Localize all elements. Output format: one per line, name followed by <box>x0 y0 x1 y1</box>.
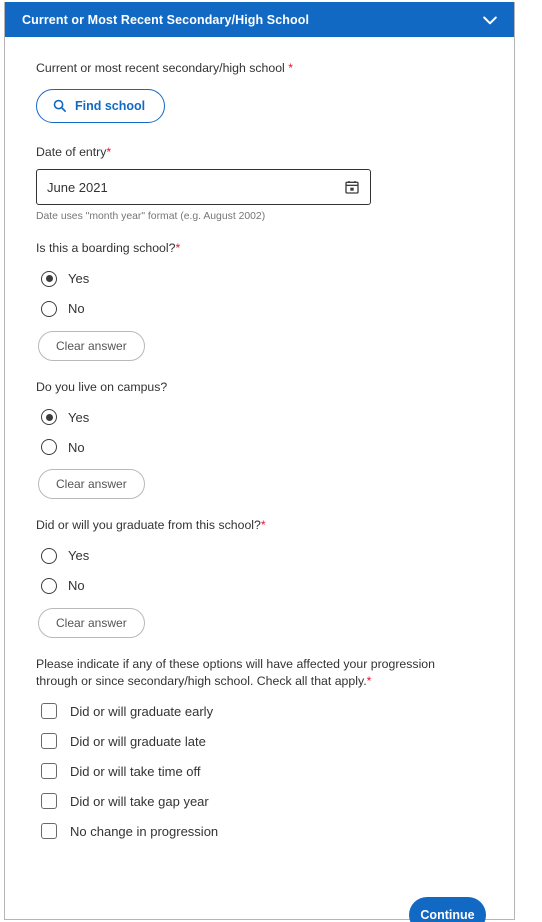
radio-option-no[interactable]: No <box>41 571 494 601</box>
radio-group-label: Did or will you graduate from this schoo… <box>36 517 494 534</box>
checkbox-group-label-text: Please indicate if any of these options … <box>36 656 435 688</box>
school-label-text: Current or most recent secondary/high sc… <box>36 61 285 75</box>
clear-answer-button[interactable]: Clear answer <box>38 469 145 500</box>
radio-group-graduate-from-school: Did or will you graduate from this schoo… <box>5 517 514 638</box>
radio-option-no[interactable]: No <box>41 294 494 324</box>
required-asterisk: * <box>288 61 294 75</box>
school-field-label: Current or most recent secondary/high sc… <box>36 60 494 77</box>
find-school-label: Find school <box>75 98 146 113</box>
checkbox-option-label: Did or will take gap year <box>70 793 209 809</box>
checkbox-indicator[interactable] <box>41 823 57 840</box>
radio-option-yes[interactable]: Yes <box>41 402 494 432</box>
calendar-icon[interactable] <box>344 179 360 195</box>
date-input-value: June 2021 <box>47 179 108 195</box>
checkbox-option-label: Did or will graduate late <box>70 733 206 749</box>
radio-indicator[interactable] <box>41 409 57 426</box>
radio-option-no[interactable]: No <box>41 432 494 462</box>
checkbox-indicator[interactable] <box>41 763 57 780</box>
chevron-down-icon[interactable] <box>480 10 500 30</box>
radio-indicator[interactable] <box>41 547 57 564</box>
form-page: Current or Most Recent Secondary/High Sc… <box>0 0 542 922</box>
date-input[interactable]: June 2021 <box>36 169 371 206</box>
checkbox-group-progression: Please indicate if any of these options … <box>5 656 514 846</box>
checkbox-option-label: Did or will graduate early <box>70 703 214 719</box>
radio-option-label: No <box>68 578 85 594</box>
required-asterisk: * <box>366 673 372 688</box>
section-body: Current or most recent secondary/high sc… <box>5 37 514 846</box>
required-asterisk: * <box>106 144 112 159</box>
required-asterisk: * <box>175 241 181 256</box>
school-section-card: Current or Most Recent Secondary/High Sc… <box>4 2 515 920</box>
radio-option-label: No <box>68 301 85 317</box>
radio-option-label: No <box>68 439 85 455</box>
required-asterisk: * <box>260 518 266 533</box>
radio-indicator[interactable] <box>41 300 57 317</box>
checkbox-option-label: No change in progression <box>70 823 219 839</box>
checkbox-indicator[interactable] <box>41 793 57 810</box>
checkbox-indicator[interactable] <box>41 703 57 720</box>
checkbox-option-no-change[interactable]: No change in progression <box>41 816 478 846</box>
radio-group-live-on-campus: Do you live on campus? Yes No Clear answ… <box>5 379 514 500</box>
section-title: Current or Most Recent Secondary/High Sc… <box>22 12 310 27</box>
radio-group-boarding-school: Is this a boarding school?* Yes No Clear… <box>5 240 514 361</box>
radio-option-yes[interactable]: Yes <box>41 541 494 571</box>
radio-group-label: Do you live on campus? <box>36 379 494 396</box>
date-helper-text: Date uses "month year" format (e.g. Augu… <box>36 211 266 223</box>
checkbox-option-label: Did or will take time off <box>70 763 201 779</box>
radio-option-label: Yes <box>68 548 90 564</box>
clear-answer-button[interactable]: Clear answer <box>38 330 145 361</box>
radio-group-label: Is this a boarding school?* <box>36 240 494 257</box>
search-icon <box>52 98 67 113</box>
checkbox-group-label: Please indicate if any of these options … <box>36 656 478 689</box>
find-school-wrap: Find school <box>36 88 494 123</box>
checkbox-option-graduate-late[interactable]: Did or will graduate late <box>41 726 478 756</box>
checkbox-indicator[interactable] <box>41 733 57 750</box>
radio-group-label-text: Did or will you graduate from this schoo… <box>36 518 261 533</box>
date-field-label: Date of entry* <box>36 144 494 161</box>
radio-indicator[interactable] <box>41 270 57 287</box>
checkbox-option-take-time-off[interactable]: Did or will take time off <box>41 756 478 786</box>
date-of-entry-field: Date of entry* June 2021 Date uses "mont… <box>5 123 514 223</box>
checkbox-option-take-gap-year[interactable]: Did or will take gap year <box>41 786 478 816</box>
checkbox-option-graduate-early[interactable]: Did or will graduate early <box>41 696 478 726</box>
date-label-text: Date of entry <box>36 144 107 159</box>
radio-option-label: Yes <box>68 409 90 425</box>
radio-group-label-text: Is this a boarding school? <box>36 241 176 256</box>
clear-answer-button[interactable]: Clear answer <box>38 607 145 638</box>
school-field: Current or most recent secondary/high sc… <box>5 37 514 123</box>
radio-option-label: Yes <box>68 271 90 287</box>
find-school-button[interactable]: Find school <box>36 88 166 123</box>
radio-indicator[interactable] <box>41 439 57 456</box>
continue-button[interactable]: Continue <box>409 897 486 922</box>
radio-indicator[interactable] <box>41 577 57 594</box>
radio-option-yes[interactable]: Yes <box>41 264 494 294</box>
radio-group-label-text: Do you live on campus? <box>36 379 168 394</box>
section-header[interactable]: Current or Most Recent Secondary/High Sc… <box>5 2 514 37</box>
